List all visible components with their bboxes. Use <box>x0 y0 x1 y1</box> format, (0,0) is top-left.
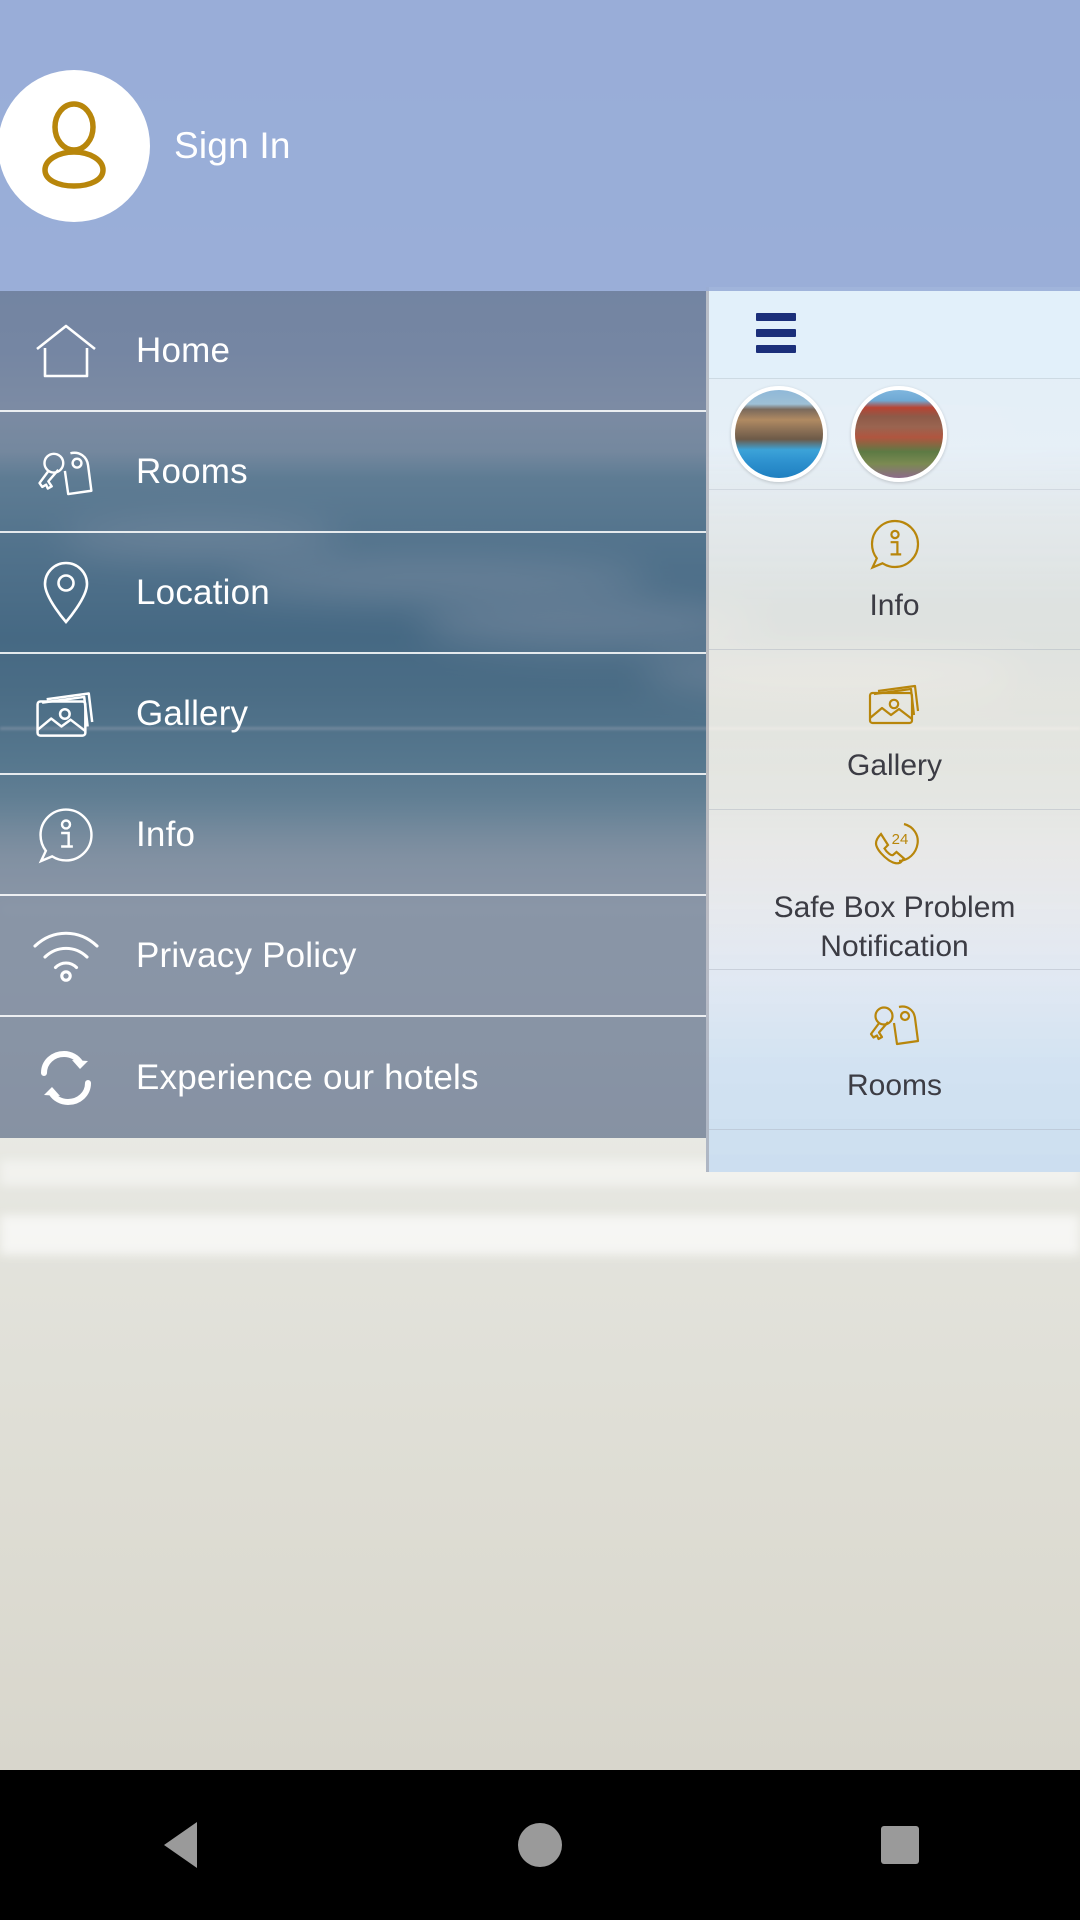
info-bubble-icon <box>867 513 923 575</box>
drawer-item-label: Info <box>136 814 196 854</box>
android-navigation-bar[interactable] <box>0 1770 1080 1920</box>
photos-icon <box>18 679 114 749</box>
panel-item-safe-box-problem-notification[interactable]: 24 Safe Box Problem Notification <box>709 810 1080 970</box>
refresh-icon <box>18 1043 114 1113</box>
drawer-item-label: Rooms <box>136 451 248 491</box>
recent-apps-button[interactable] <box>840 1770 960 1920</box>
drawer-item-privacy-policy[interactable]: Privacy Policy <box>0 896 706 1017</box>
panel-item-label: Gallery <box>846 749 943 783</box>
drawer-item-rooms[interactable]: Rooms <box>0 412 706 533</box>
panel-item-gallery[interactable]: Gallery <box>709 650 1080 810</box>
drawer-item-label: Gallery <box>136 693 249 733</box>
hotel-thumbnail-1[interactable] <box>731 386 827 482</box>
key-tag-icon <box>866 993 924 1055</box>
key-tag-icon <box>18 437 114 507</box>
info-bubble-icon <box>18 800 114 870</box>
panel-item-label: Rooms <box>846 1069 943 1103</box>
signin-header[interactable]: Sign In <box>0 0 1080 291</box>
panel-topbar <box>709 287 1080 379</box>
signin-label[interactable]: Sign In <box>174 125 291 167</box>
hamburger-icon[interactable] <box>756 312 796 353</box>
hotel-thumbnail-strip[interactable] <box>709 379 1080 490</box>
hotel-thumbnail-2[interactable] <box>851 386 947 482</box>
avatar[interactable] <box>0 69 150 222</box>
drawer-item-info[interactable]: Info <box>0 775 706 896</box>
svg-text:24: 24 <box>891 831 908 848</box>
home-button[interactable] <box>480 1770 600 1920</box>
recent-square-icon <box>881 1826 919 1864</box>
wifi-icon <box>18 921 114 991</box>
drawer-item-label: Privacy Policy <box>136 935 357 975</box>
foam-streak <box>0 1215 1080 1255</box>
phone-24-icon: 24 <box>867 814 923 876</box>
back-triangle-icon <box>163 1822 197 1868</box>
panel-item-label: Safe Box Problem Notification <box>773 890 1016 963</box>
home-circle-icon <box>518 1823 562 1867</box>
background-app-panel[interactable]: Info Gallery 24 Safe Box Problem Notifica… <box>706 287 1080 1172</box>
navigation-drawer[interactable]: Home Rooms Location Gallery Info Privacy… <box>0 291 706 1138</box>
back-button[interactable] <box>120 1770 240 1920</box>
map-pin-icon <box>18 558 114 628</box>
drawer-item-label: Location <box>136 572 270 612</box>
photos-icon <box>866 673 924 735</box>
panel-item-rooms[interactable]: Rooms <box>709 970 1080 1130</box>
panel-item-info[interactable]: Info <box>709 490 1080 650</box>
panel-item-label: Info <box>869 589 920 623</box>
drawer-item-location[interactable]: Location <box>0 533 706 654</box>
drawer-item-label: Home <box>136 330 231 370</box>
drawer-item-experience-our-hotels[interactable]: Experience our hotels <box>0 1017 706 1138</box>
drawer-item-home[interactable]: Home <box>0 291 706 412</box>
drawer-item-gallery[interactable]: Gallery <box>0 654 706 775</box>
home-icon <box>18 316 114 386</box>
drawer-item-label: Experience our hotels <box>136 1057 479 1097</box>
